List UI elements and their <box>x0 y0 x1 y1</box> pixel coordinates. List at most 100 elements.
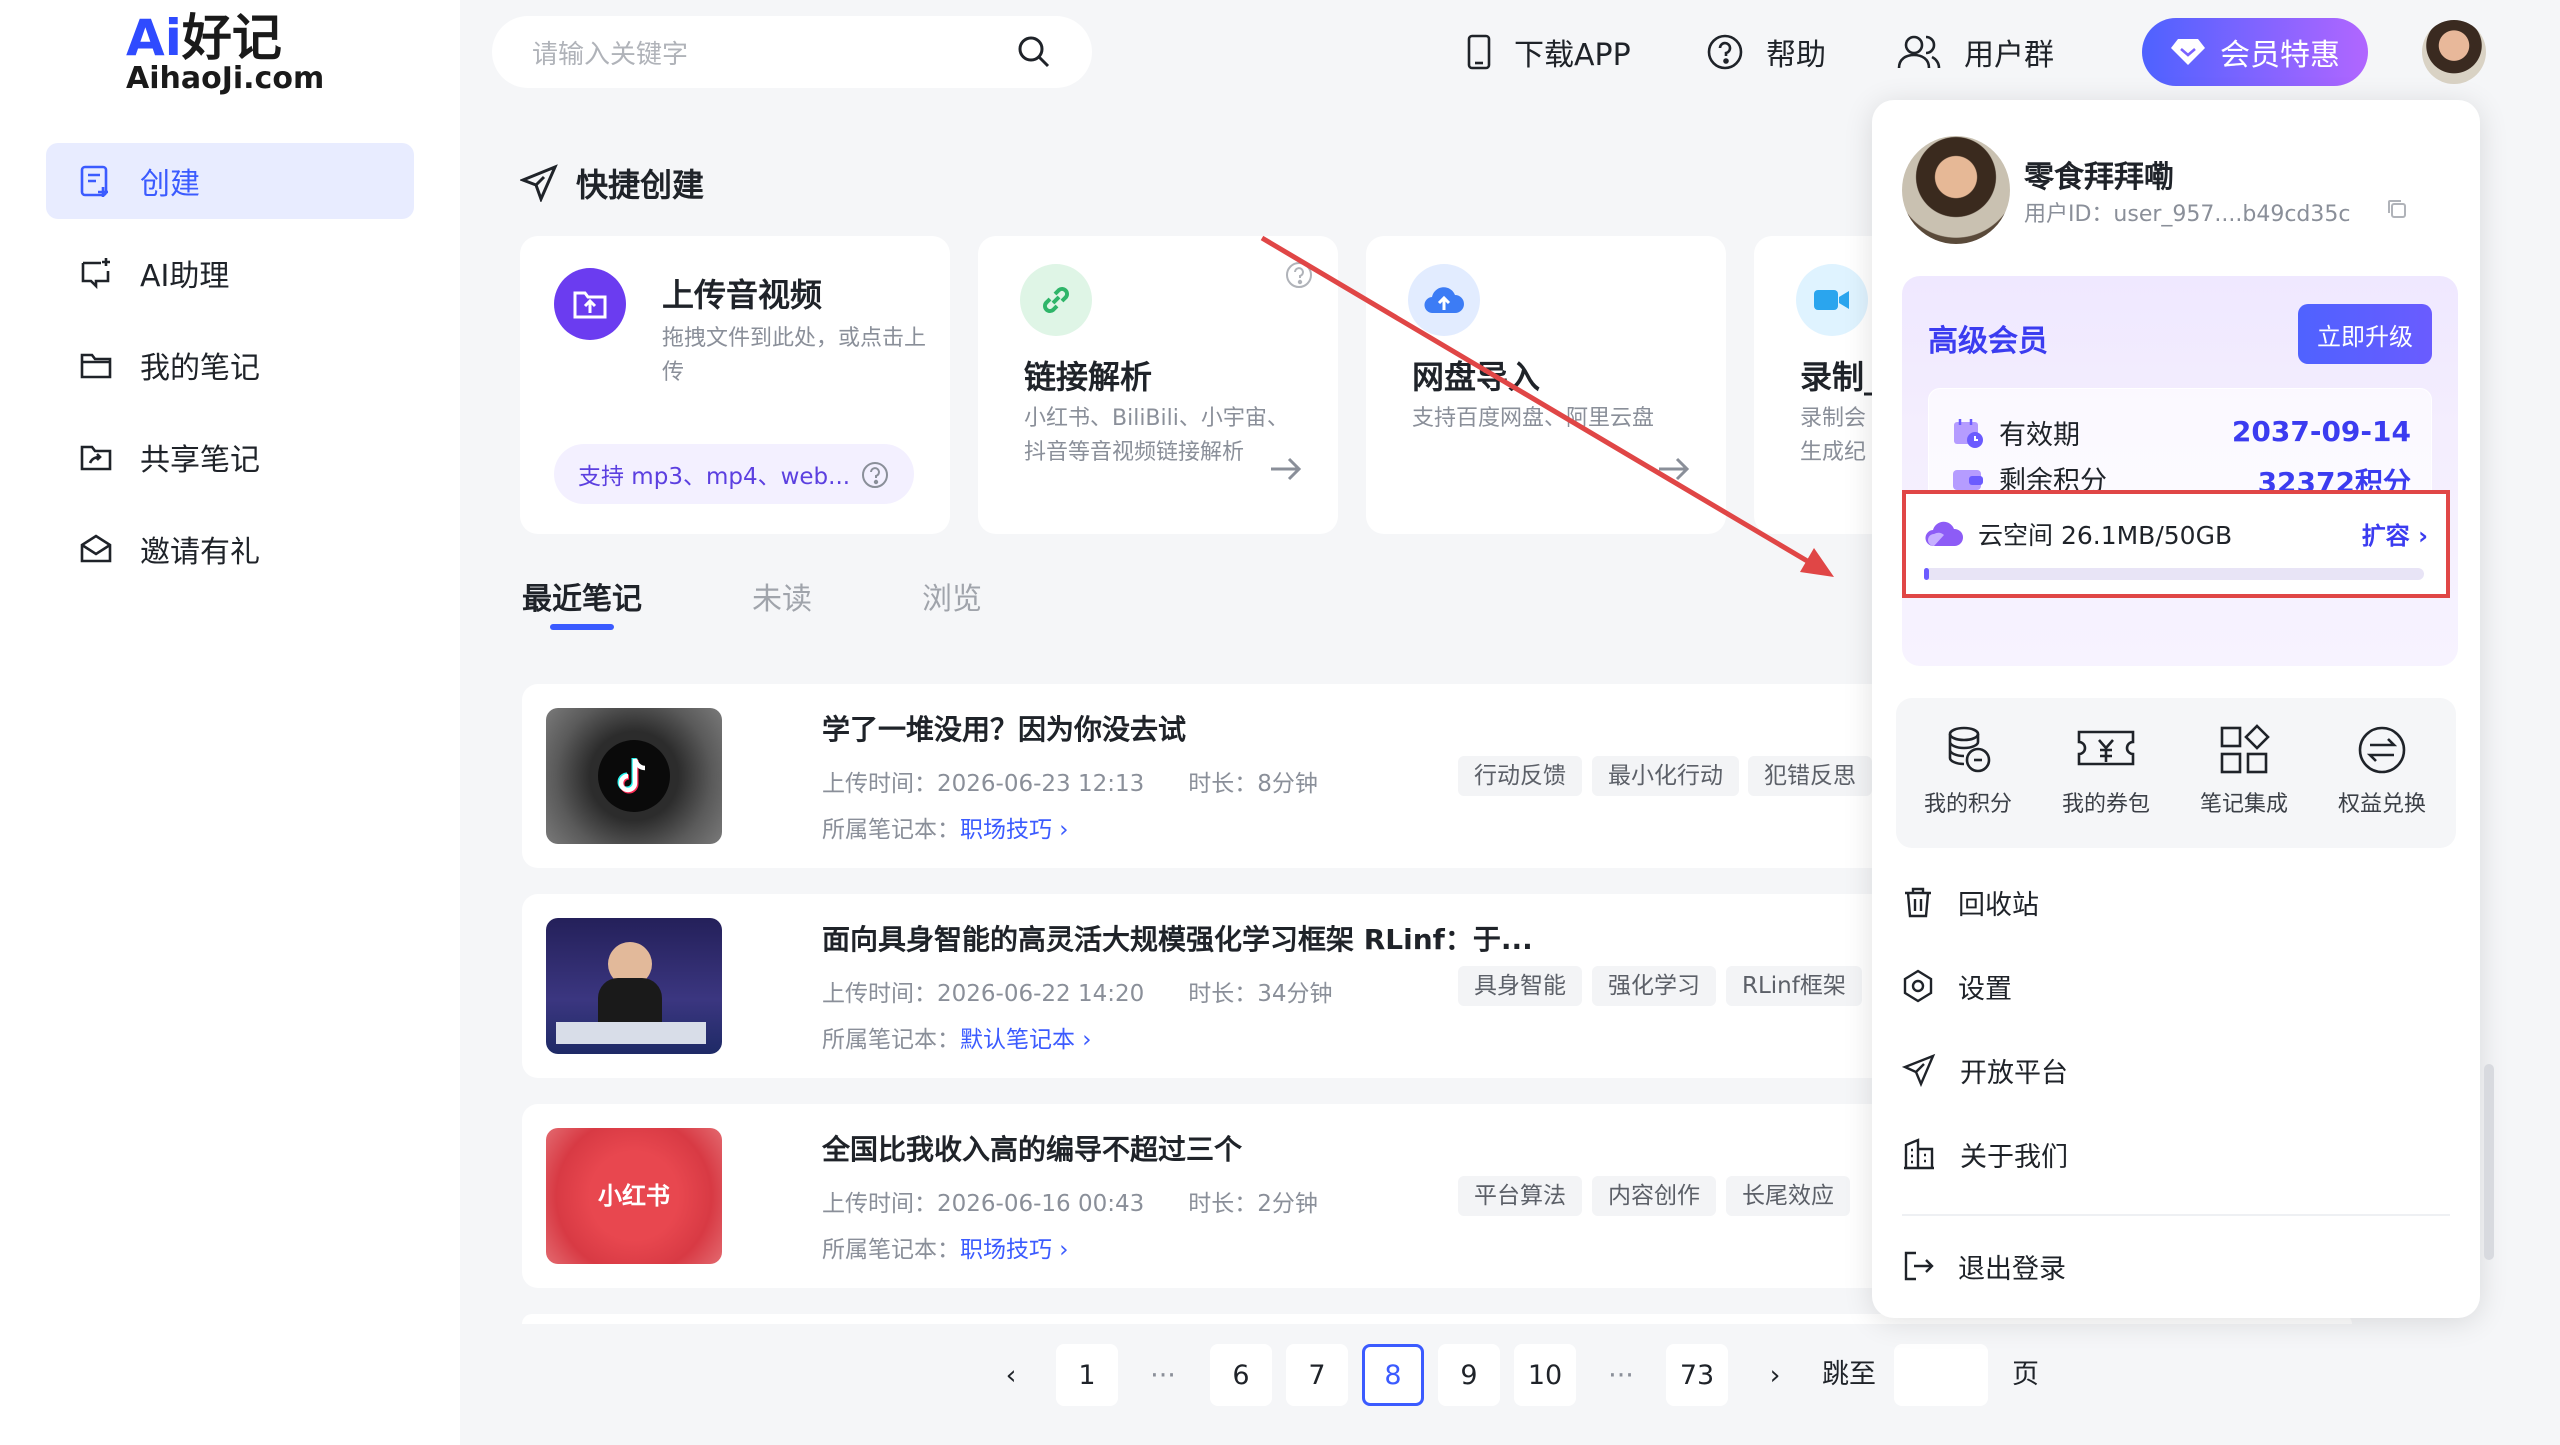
sidebar-item-ai-assistant[interactable]: AI助理 <box>46 235 414 311</box>
notebook-link[interactable]: 职场技巧 › <box>960 817 1069 843</box>
tag[interactable]: 内容创作 <box>1592 1176 1716 1216</box>
tag[interactable]: 平台算法 <box>1458 1176 1582 1216</box>
exchange-icon <box>2358 726 2406 774</box>
page-1[interactable]: 1 <box>1056 1344 1118 1406</box>
trash-icon <box>1905 887 1931 918</box>
copy-icon[interactable] <box>2386 198 2408 220</box>
cloud-import-card[interactable]: 网盘导入 支持百度网盘、阿里云盘 <box>1366 236 1726 534</box>
pagination: ‹ 1 ··· 6 7 8 9 10 ··· 73 › 跳至 页 <box>980 1344 2180 1406</box>
cloud-upload-icon <box>1408 264 1480 336</box>
jump-page-input[interactable] <box>1894 1344 1988 1406</box>
xiaohongshu-logo: 小红书 <box>598 1182 670 1210</box>
user-avatar[interactable] <box>2422 20 2486 84</box>
video-camera-icon <box>1796 264 1868 336</box>
supported-formats[interactable]: 支持 mp3、mp4、web... <box>554 444 914 504</box>
apps-grid-icon <box>2220 724 2270 774</box>
upload-icon <box>554 268 626 340</box>
help-icon[interactable] <box>1284 260 1314 290</box>
send-icon <box>1902 1053 1936 1087</box>
settings-item[interactable]: 设置 <box>1902 944 2450 1028</box>
sidebar-item-create[interactable]: 创建 <box>46 143 414 219</box>
arrow-right-icon <box>1659 457 1690 481</box>
note-integration-button[interactable]: 笔记集成 <box>2176 712 2312 818</box>
help-button[interactable]: 帮助 <box>1706 16 1826 88</box>
my-coupons-button[interactable]: 我的券包 <box>2038 712 2174 818</box>
recycle-bin-item[interactable]: 回收站 <box>1902 860 2450 944</box>
quick-create-title: 快捷创建 <box>520 160 704 206</box>
profile-avatar <box>1902 136 2010 244</box>
tag[interactable]: 强化学习 <box>1592 966 1716 1006</box>
tiktok-icon <box>598 740 670 812</box>
scrollbar[interactable] <box>2484 1064 2494 1260</box>
account-menu: 回收站 设置 开放平台 关于我们 <box>1902 860 2450 1196</box>
sidebar-nav: 创建 AI助理 我的笔记 共享笔记 邀请有礼 <box>46 143 414 603</box>
page-ellipsis[interactable]: ··· <box>1132 1344 1194 1406</box>
page-6[interactable]: 6 <box>1210 1344 1272 1406</box>
page-ellipsis[interactable]: ··· <box>1590 1344 1652 1406</box>
cloud-storage-highlight[interactable]: 云空间 26.1MB/50GB 扩容 › <box>1902 490 2450 598</box>
page-73[interactable]: 73 <box>1666 1344 1728 1406</box>
logout-item[interactable]: 退出登录 <box>1902 1224 2066 1308</box>
expand-storage-link[interactable]: 扩容 › <box>2362 516 2428 551</box>
note-thumbnail <box>546 708 722 844</box>
ai-assistant-icon <box>81 258 110 290</box>
profile-dropdown: 零食拜拜嘞 用户ID：user_957....b49cd35c 高级会员 立即升… <box>1872 100 2480 1318</box>
account-quick-links: 我的积分 我的券包 笔记集成 权益兑换 <box>1896 698 2456 848</box>
user-group-button[interactable]: 用户群 <box>1896 16 2054 88</box>
download-app-button[interactable]: 下载APP <box>1466 16 1631 88</box>
sidebar-item-invite[interactable]: 邀请有礼 <box>46 511 414 587</box>
folder-icon <box>80 353 112 379</box>
tag[interactable]: 最小化行动 <box>1592 756 1739 796</box>
tag[interactable]: RLinf框架 <box>1726 966 1862 1006</box>
about-us-item[interactable]: 关于我们 <box>1902 1112 2450 1196</box>
sidebar-item-shared-notes[interactable]: 共享笔记 <box>46 419 414 495</box>
page-8-current[interactable]: 8 <box>1362 1344 1424 1406</box>
page-10[interactable]: 10 <box>1514 1344 1576 1406</box>
vip-offer-button[interactable]: 会员特惠 <box>2142 18 2368 86</box>
link-parse-card[interactable]: 链接解析 小红书、BiliBili、小宇宙、抖音等音视频链接解析 <box>978 236 1338 534</box>
phone-icon <box>1467 34 1491 70</box>
tag[interactable]: 长尾效应 <box>1726 1176 1850 1216</box>
membership-card: 高级会员 立即升级 有效期 2037-09-14 剩余积分 32372积分 <box>1902 276 2458 666</box>
wallet-icon <box>1953 469 1983 490</box>
arrow-right-icon <box>1271 457 1302 481</box>
tag[interactable]: 行动反馈 <box>1458 756 1582 796</box>
help-icon <box>1707 34 1743 70</box>
page-7[interactable]: 7 <box>1286 1344 1348 1406</box>
link-icon <box>1020 264 1092 336</box>
building-icon <box>1904 1138 1934 1170</box>
tab-unread[interactable]: 未读 <box>752 574 812 634</box>
upgrade-button[interactable]: 立即升级 <box>2298 304 2432 364</box>
help-icon[interactable] <box>860 460 890 490</box>
notebook-link[interactable]: 职场技巧 › <box>960 1237 1069 1263</box>
page-9[interactable]: 9 <box>1438 1344 1500 1406</box>
tab-recent-notes[interactable]: 最近笔记 <box>522 574 642 634</box>
logo[interactable]: Ai好记 AihaoJi.com <box>126 10 324 100</box>
gift-mail-icon <box>80 534 112 563</box>
tag[interactable]: 具身智能 <box>1458 966 1582 1006</box>
prev-page-button[interactable]: ‹ <box>980 1344 1042 1406</box>
diamond-icon <box>2171 39 2205 65</box>
benefits-exchange-button[interactable]: 权益兑换 <box>2314 712 2450 818</box>
sidebar: Ai好记 AihaoJi.com 创建 AI助理 我的笔记 共享笔记 邀请有礼 <box>0 0 460 1445</box>
open-platform-item[interactable]: 开放平台 <box>1902 1028 2450 1112</box>
sidebar-item-my-notes[interactable]: 我的笔记 <box>46 327 414 403</box>
tab-browse[interactable]: 浏览 <box>922 574 982 634</box>
send-icon <box>520 164 558 202</box>
note-thumbnail <box>546 918 722 1054</box>
coins-icon <box>1948 726 1991 773</box>
logout-icon <box>1904 1251 1934 1281</box>
shared-folder-icon <box>80 445 112 471</box>
users-icon <box>1897 35 1941 69</box>
coupon-icon <box>2077 730 2135 766</box>
upload-media-card[interactable]: 上传音视频 拖拽文件到此处，或点击上传 支持 mp3、mp4、web... <box>520 236 950 534</box>
create-icon <box>80 165 108 197</box>
notebook-link[interactable]: 默认笔记本 › <box>960 1027 1092 1053</box>
note-thumbnail: 小红书 <box>546 1128 722 1264</box>
my-points-button[interactable]: 我的积分 <box>1900 712 2036 818</box>
notes-tabs: 最近笔记 未读 浏览 <box>522 574 1092 634</box>
tag[interactable]: 犯错反思 <box>1748 756 1872 796</box>
cloud-icon <box>1925 521 1964 547</box>
next-page-button[interactable]: › <box>1744 1344 1806 1406</box>
settings-icon <box>1903 969 1933 1003</box>
